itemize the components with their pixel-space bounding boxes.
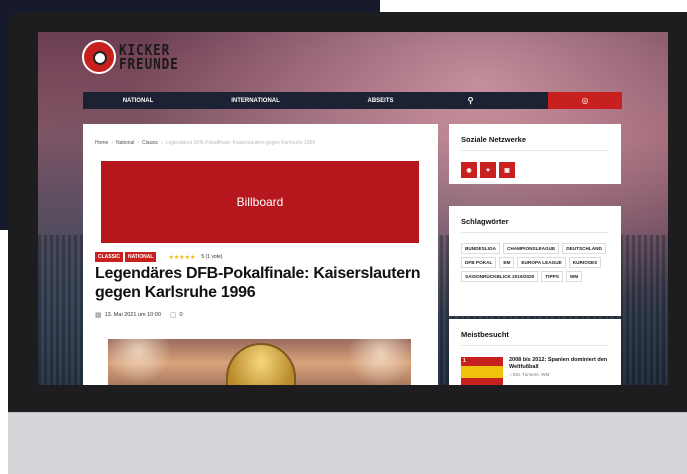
monitor-chin [8,412,687,474]
rating-text: 5 (1 vote) [201,254,223,260]
article-tags: CLASSIC NATIONAL ★★★★★ 5 (1 vote) [95,252,222,262]
breadcrumb-classic[interactable]: Classic [142,140,158,146]
breadcrumb-current: Legendäres DFB-Pokalfinale: Kaiserslaute… [165,140,316,146]
tag-bundesliga[interactable]: BUNDESLIGA [461,243,500,254]
instagram-icon[interactable]: ◉ [461,162,477,178]
article-card: Home › National › Classic › Legendäres DFB-Pok… [83,124,438,385]
tag-national[interactable]: NATIONAL [124,252,157,262]
popular-thumbnail[interactable]: 1 [461,357,503,385]
tag-em[interactable]: EM [499,257,515,268]
social-icons: ◉ ✦ ▣ [461,162,515,178]
article-date: 13. Mai 2021 um 10:00 [104,312,161,318]
main-navigation: NATIONAL INTERNATIONAL ABSEITS ⚲ ◎ [83,92,622,109]
comment-icon[interactable]: ▢ [170,311,177,319]
tag-wm[interactable]: WM [565,271,583,282]
rating-stars[interactable]: ★★★★★ [168,254,195,261]
popular-item[interactable]: 1 2008 bis 2012: Spanien dominiert den W… [461,357,609,385]
tag-kurioses[interactable]: KURIOSES [568,257,602,268]
tag-tipps[interactable]: TIPPS [541,271,563,282]
tags-widget: Schlagwörter BUNDESLIGA CHAMPIONSLEAGUE … [449,206,621,316]
article-title: Legendäres DFB-Pokalfinale: Kaiserslaute… [95,265,421,301]
instagram-icon[interactable]: ▣ [499,162,515,178]
logo-text: KICKER FREUNDE [119,43,179,73]
search-icon[interactable]: ⚲ [443,96,498,105]
tag-championsleague[interactable]: CHAMPIONSLEAGUE [503,243,560,254]
billboard-label: Billboard [236,195,284,209]
tag-cloud: BUNDESLIGA CHAMPIONSLEAGUE DEUTSCHLAND D… [461,243,611,282]
tag-dfb-pokal[interactable]: DFB POKAL [461,257,497,268]
popular-item-title[interactable]: 2008 bis 2012: Spanien dominiert den Wel… [509,357,609,370]
site-logo[interactable]: KICKER FREUNDE [82,40,189,74]
article-meta: ▦ 13. Mai 2021 um 10:00 ▢ 0 [95,311,183,319]
popular-rank: 1 [461,357,468,365]
tags-title: Schlagwörter [461,217,509,226]
comment-count[interactable]: 0 [180,312,183,318]
breadcrumb-home[interactable]: Home [95,140,108,146]
nav-national[interactable]: NATIONAL [83,98,193,104]
billboard-ad[interactable]: Billboard [101,161,419,243]
breadcrumb: Home › National › Classic › Legendäres DFB-Pok… [95,140,316,146]
popular-title: Meistbesucht [461,330,509,339]
social-title: Soziale Netzwerke [461,135,527,144]
nav-international[interactable]: INTERNATIONAL [193,98,318,104]
tag-deutschland[interactable]: DEUTSCHLAND [562,243,606,254]
popular-item-tags: ⌂ EM, Turniere, WM [509,372,609,377]
tag-saisonrueckblick[interactable]: SAISONRÜCKBLICK 2019/2020 [461,271,539,282]
twitter-icon[interactable]: ✦ [480,162,496,178]
calendar-icon: ▦ [95,312,102,319]
website-screen: KICKER FREUNDE NATIONAL INTERNATIONAL AB… [38,32,668,385]
article-hero-image [108,339,411,385]
globe-icon[interactable]: ◎ [548,92,622,109]
popular-tags-text: EM, Turniere, WM [512,372,550,377]
logo-ball-icon [82,40,116,74]
popular-widget: Meistbesucht 1 2008 bis 2012: Spanien do… [449,319,621,385]
logo-line-2: FREUNDE [119,55,179,73]
nav-abseits[interactable]: ABSEITS [318,98,443,104]
monitor-frame: KICKER FREUNDE NATIONAL INTERNATIONAL AB… [8,12,687,474]
social-widget: Soziale Netzwerke ◉ ✦ ▣ [449,124,621,184]
page: KICKER FREUNDE NATIONAL INTERNATIONAL AB… [0,0,687,474]
breadcrumb-national[interactable]: National [116,140,134,146]
tag-classic[interactable]: CLASSIC [95,252,123,262]
tag-europa-league[interactable]: EUROPA LEAGUE [517,257,566,268]
